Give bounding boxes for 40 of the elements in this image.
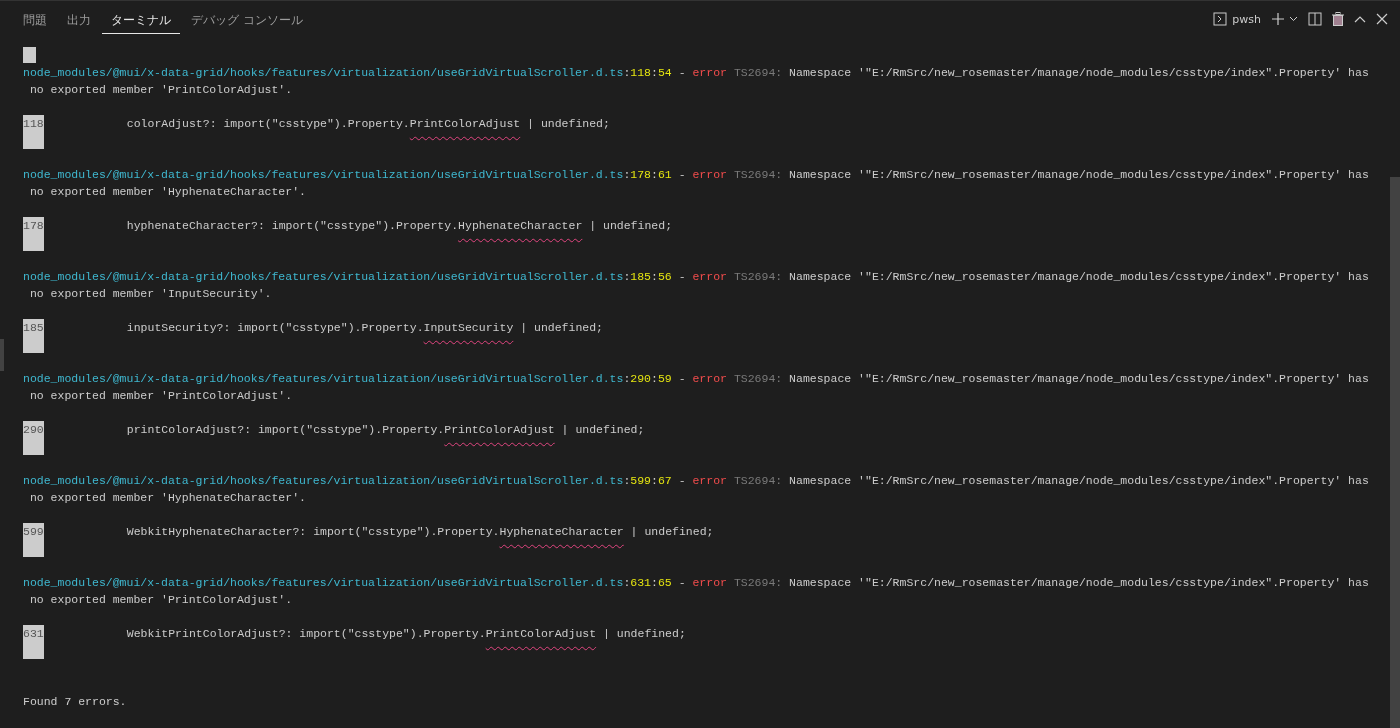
source-code-line: hyphenateCharacter?: import("csstype").Property.HyphenateCharacter | undefined; [125, 218, 673, 234]
panel-tab[interactable]: 問題 [14, 6, 56, 34]
terminal-icon [1213, 12, 1228, 26]
chevron-down-icon[interactable] [1289, 16, 1298, 22]
chevron-up-icon[interactable] [1354, 15, 1366, 23]
close-icon[interactable] [1376, 13, 1388, 25]
error-message-line: no exported member 'HyphenateCharacter'. [28, 184, 307, 200]
line-number: 118 [23, 115, 44, 149]
trash-icon[interactable] [1332, 12, 1344, 26]
error-message-line: no exported member 'HyphenateCharacter'. [28, 490, 307, 506]
source-code-line: WebkitHyphenateCharacter?: import("csstype").Property.HyphenateCharacter | undefined; [125, 524, 714, 540]
error-message-line: no exported member 'PrintColorAdjust'. [28, 82, 294, 98]
source-code-line: WebkitPrintColorAdjust?: import("csstype").Property.PrintColorAdjust | undefined; [125, 626, 686, 642]
error-location-line: node_modules/@mui/x-data-grid/hooks/features/virtualization/useGridVirtualScroller.d.ts:290:59 - error TS2694: Namespace '"E:/RmSrc/new_rosemaster/manage/node_modules/csstype/index".Property' has [23, 371, 1370, 387]
error-location-line: node_modules/@mui/x-data-grid/hooks/features/virtualization/useGridVirtualScroller.d.ts:178:61 - error TS2694: Namespace '"E:/RmSrc/new_rosemaster/manage/node_modules/csstype/index".Property' has [23, 167, 1370, 183]
error-summary: Found 7 errors. [23, 694, 128, 710]
error-location-line: node_modules/@mui/x-data-grid/hooks/features/virtualization/useGridVirtualScroller.d.ts:185:56 - error TS2694: Namespace '"E:/RmSrc/new_rosemaster/manage/node_modules/csstype/index".Property' has [23, 269, 1370, 285]
error-message-line: no exported member 'InputSecurity'. [28, 286, 273, 302]
error-message-line: no exported member 'PrintColorAdjust'. [28, 592, 294, 608]
panel-tab[interactable]: 出力 [58, 6, 100, 34]
line-number: 631 [23, 625, 44, 659]
line-number: 599 [23, 523, 44, 557]
panel-tab[interactable]: ターミナル [102, 6, 180, 34]
split-icon[interactable] [1308, 12, 1322, 26]
terminal-cursor [23, 47, 36, 63]
line-number: 290 [23, 421, 44, 455]
panel-tab[interactable]: デバッグ コンソール [182, 6, 312, 34]
scrollbar[interactable] [1390, 177, 1400, 728]
source-code-line: inputSecurity?: import("csstype").Property.InputSecurity | undefined; [125, 320, 603, 336]
error-location-line: node_modules/@mui/x-data-grid/hooks/features/virtualization/useGridVirtualScroller.d.ts:631:65 - error TS2694: Namespace '"E:/RmSrc/new_rosemaster/manage/node_modules/csstype/index".Property' has [23, 575, 1370, 591]
scroll-marker [0, 339, 4, 371]
error-message-line: no exported member 'PrintColorAdjust'. [28, 388, 294, 404]
error-location-line: node_modules/@mui/x-data-grid/hooks/features/virtualization/useGridVirtualScroller.d.ts:118:54 - error TS2694: Namespace '"E:/RmSrc/new_rosemaster/manage/node_modules/csstype/index".Property' has [23, 65, 1370, 81]
source-code-line: printColorAdjust?: import("csstype").Property.PrintColorAdjust | undefined; [125, 422, 645, 438]
source-code-line: colorAdjust?: import("csstype").Property.PrintColorAdjust | undefined; [125, 116, 610, 132]
terminal-shell-button[interactable]: pwsh [1213, 12, 1261, 26]
line-number: 185 [23, 319, 44, 353]
plus-icon[interactable] [1271, 12, 1285, 26]
line-number: 178 [23, 217, 44, 251]
error-location-line: node_modules/@mui/x-data-grid/hooks/features/virtualization/useGridVirtualScroller.d.ts:599:67 - error TS2694: Namespace '"E:/RmSrc/new_rosemaster/manage/node_modules/csstype/index".Property' has [23, 473, 1370, 489]
